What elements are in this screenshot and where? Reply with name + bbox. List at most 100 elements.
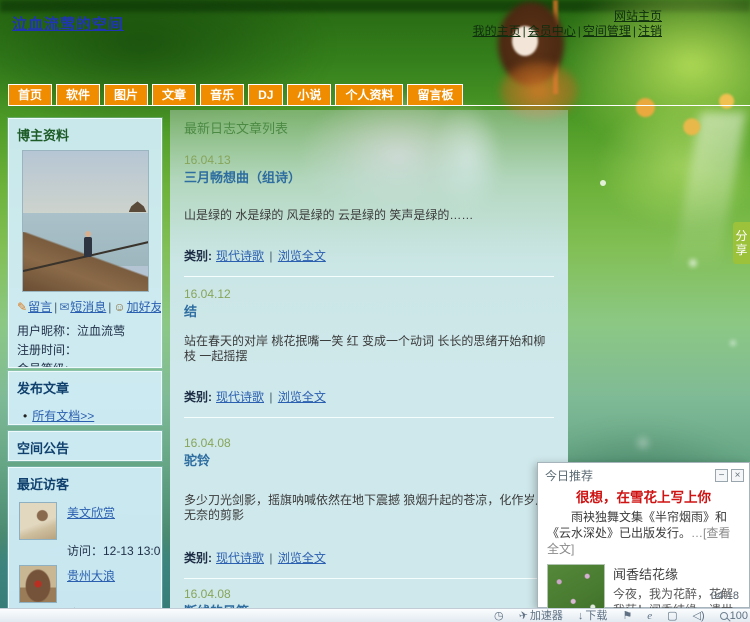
tab-home[interactable]: 首页 [8, 84, 53, 106]
tab-novels[interactable]: 小说 [287, 84, 332, 106]
category-link[interactable]: 现代诗歌 [216, 390, 264, 404]
magnifier-icon [719, 611, 728, 620]
post: 16.04.13 三月畅想曲（组诗） 山是绿的 水是绿的 风是绿的 云是绿的 笑… [184, 153, 554, 277]
item-date: 04-18 [710, 590, 739, 602]
link-space-manage[interactable]: 空间管理 [583, 24, 631, 38]
visitor-name-link[interactable]: 美文欣赏 [67, 504, 115, 521]
visitor-avatar[interactable] [19, 565, 57, 603]
separator: | [522, 24, 526, 38]
close-icon[interactable]: × [731, 469, 744, 482]
post-title-link[interactable]: 驼铃 [184, 452, 554, 469]
notice-box: 空间公告 [8, 431, 162, 461]
post-date: 16.04.12 [184, 287, 231, 301]
status-bar: ◷ ✈ 加速器 ↓ 下载 ⚑ e ▢ ◁) 100 [0, 608, 750, 622]
speaker-icon: ◁) [692, 609, 705, 622]
pencil-icon: ✎ [17, 300, 28, 314]
read-full-link[interactable]: 浏览全文 [278, 249, 326, 263]
tab-music[interactable]: 音乐 [200, 84, 245, 106]
visitors-title: 最近访客 [17, 477, 70, 492]
share-tab[interactable]: 分享 [733, 222, 750, 264]
bullet: • [23, 409, 28, 423]
visitor-avatar[interactable] [19, 502, 57, 540]
tab-pictures[interactable]: 图片 [104, 84, 149, 106]
zoom-control[interactable]: 100 [719, 609, 748, 622]
flag-button[interactable]: ⚑ [622, 610, 632, 622]
post-title-link[interactable]: 结 [184, 303, 554, 320]
rocket-icon: ✈ [517, 608, 529, 622]
tab-articles[interactable]: 文章 [152, 84, 197, 106]
category-label: 类别: [184, 551, 212, 565]
profile-actions: ✎留言|✉短消息|☺加好友| [17, 298, 161, 315]
divider [184, 578, 554, 579]
short-message-link[interactable]: 短消息 [70, 300, 106, 314]
read-full-link[interactable]: 浏览全文 [278, 390, 326, 404]
visitor-name-link[interactable]: 贵州大浪 [67, 567, 115, 584]
link-site-home[interactable]: 网站主页 [614, 9, 662, 23]
category-label: 类别: [184, 249, 212, 263]
recommendation-popup: 今日推荐 − × 很想，在雪花上写上你 雨袂独舞文集《半帘烟雨》和《云水深处》已… [537, 462, 750, 622]
photo-person [83, 237, 92, 258]
blog-title[interactable]: 泣血流莺的空间 [12, 13, 124, 34]
category-label: 类别: [184, 390, 212, 404]
popup-title: 今日推荐 [545, 469, 594, 483]
minimize-icon[interactable]: − [715, 469, 728, 482]
volume-button[interactable]: ◁) [693, 610, 705, 622]
separator: | [632, 24, 636, 38]
separator: | [577, 24, 581, 38]
photo-sky [22, 151, 148, 213]
publish-box: 发布文章 • 所有文档>> [8, 371, 162, 425]
link-my-home[interactable]: 我的主页 [473, 24, 521, 38]
popup-lead: 雨袂独舞文集《半帘烟雨》和《云水深处》已出版发行。…[查看全文] [547, 509, 740, 557]
post-date: 16.04.13 [184, 153, 231, 167]
post: 16.04.08 驼铃 多少刀光剑影，摇旗呐喊依然在地下震撼 狼烟升起的苍凉，化… [184, 436, 554, 579]
leave-message-link[interactable]: 留言 [28, 300, 52, 314]
popup-headline-link[interactable]: 很想，在雪花上写上你 [538, 486, 749, 506]
post-date: 16.04.08 [184, 587, 231, 601]
post-excerpt: 山是绿的 水是绿的 风是绿的 云是绿的 笑声是绿的…… [184, 208, 474, 222]
window-mode-button[interactable]: ▢ [667, 610, 677, 622]
page: 泣血流莺的空间 网站主页 我的主页 | 会员中心 | 空间管理 | 注销 首页 软件 图片 文章音… [0, 0, 750, 622]
item-title-link[interactable]: 闻香结花缘 [613, 564, 740, 583]
tab-software[interactable]: 软件 [56, 84, 101, 106]
tab-profile[interactable]: 个人资料 [335, 84, 404, 106]
zoom-level: 100 [729, 609, 748, 622]
list-title: 最新日志文章列表 [184, 121, 289, 136]
blog-list-panel: 最新日志文章列表 16.04.13 三月畅想曲（组诗） 山是绿的 水是绿的 风是… [170, 110, 568, 622]
post-excerpt: 多少刀光剑影，摇旗呐喊依然在地下震撼 狼烟升起的苍凉，化作岁月无奈的剪影 [184, 493, 548, 522]
add-friend-link[interactable]: 加好友 [127, 300, 161, 314]
status-clock[interactable]: ◷ [494, 610, 504, 622]
separator: | [54, 300, 58, 314]
link-logout[interactable]: 注销 [638, 24, 662, 38]
profile-fields: 用户昵称：泣血流莺 注册时间： 会员等级: 空间访问：890 次 [17, 322, 153, 367]
separator: | [269, 390, 273, 404]
divider [184, 417, 554, 418]
download-label: 下载 [585, 609, 608, 622]
category-link[interactable]: 现代诗歌 [216, 249, 264, 263]
category-link[interactable]: 现代诗歌 [216, 551, 264, 565]
person-icon: ☺ [113, 300, 126, 314]
compat-mode-button[interactable]: e [647, 610, 652, 622]
header-links: 网站主页 我的主页 | 会员中心 | 空间管理 | 注销 [473, 9, 662, 39]
accelerator-button[interactable]: ✈ 加速器 [517, 608, 562, 622]
window-icon: ▢ [667, 609, 678, 622]
all-docs-link[interactable]: 所有文档>> [32, 409, 94, 423]
separator: | [269, 249, 273, 263]
notice-title: 空间公告 [17, 441, 70, 456]
post-date: 16.04.08 [184, 436, 231, 450]
link-member-center[interactable]: 会员中心 [528, 24, 576, 38]
download-icon: ↓ [577, 609, 584, 622]
tab-dj[interactable]: DJ [248, 84, 284, 106]
profile-title: 博主资料 [17, 128, 70, 143]
profile-box: 博主资料 ✎留言|✉短消息|☺加好友| 用户昵称：泣血流莺 注册时间： 会员等级… [8, 118, 162, 368]
visitor-row: 美文欣赏 访问：12-13 13:07 [17, 502, 161, 558]
main-nav: 首页 软件 图片 文章 音乐 DJ 小说 个人资料 留言板 [8, 84, 750, 106]
visitors-box: 最近访客 美文欣赏 访问：12-13 13:07 贵州大浪 访问：04-13 1… [8, 467, 162, 622]
separator: | [108, 300, 112, 314]
download-button[interactable]: ↓ 下载 [578, 610, 608, 622]
read-full-link[interactable]: 浏览全文 [278, 551, 326, 565]
tab-guestbook[interactable]: 留言板 [407, 84, 464, 106]
ie-icon: e [647, 609, 653, 622]
post-title-link[interactable]: 三月畅想曲（组诗） [184, 169, 554, 186]
separator: | [269, 551, 273, 565]
flag-icon: ⚑ [622, 609, 633, 622]
